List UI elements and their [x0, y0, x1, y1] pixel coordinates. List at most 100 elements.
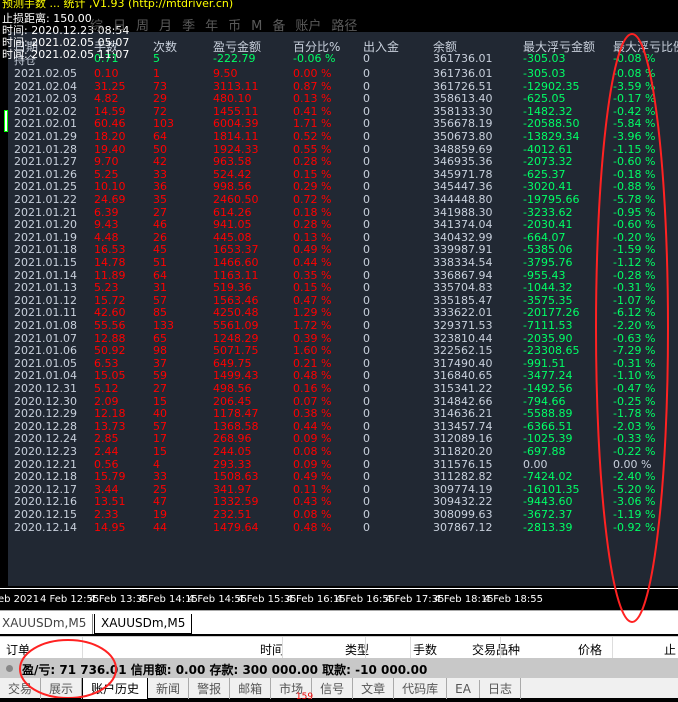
cell-count: 1	[153, 67, 160, 80]
cell-percent: 1.71 %	[293, 117, 332, 131]
orders-column-header[interactable]: 交易品种	[472, 641, 520, 658]
cell-lots: 19.40	[94, 142, 126, 156]
cell-max-drawdown: -2813.39	[523, 520, 573, 534]
cell-profit: 1924.33	[213, 142, 259, 156]
table-row: 2021.02.01 60.46 103 6004.39 1.71 % 0 356678.1…	[8, 117, 678, 130]
time-3: 时间: 2021.02.05 11:07	[2, 48, 130, 61]
cell-lots: 50.92	[94, 344, 126, 358]
tab-10[interactable]: EA	[447, 680, 480, 698]
market-badge: 159	[295, 692, 314, 702]
menu-item[interactable]: 路径	[331, 19, 357, 34]
cell-max-drawdown: 0.00	[523, 457, 548, 471]
menu-item[interactable]: M	[251, 19, 262, 34]
table-row: 2021.01.04 15.05 59 1499.43 0.48 % 0 316840.65…	[8, 369, 678, 382]
cell-profit: 649.75	[213, 356, 252, 370]
cell-max-drawdown: -305.03	[523, 67, 566, 80]
cell-percent: 0.47 %	[293, 293, 332, 307]
cell-count: 57	[153, 419, 167, 433]
cell-max-drawdown: -1044.32	[523, 281, 573, 295]
menu-item[interactable]: 季	[182, 19, 195, 34]
tab-3[interactable]: 新闻	[148, 678, 190, 699]
cell-count: 42	[153, 155, 167, 169]
tab-0[interactable]: 交易	[0, 678, 42, 699]
tab-1[interactable]: 展示	[41, 678, 83, 699]
cell-balance: 340432.99	[433, 230, 493, 244]
orders-column-header[interactable]: 订单	[6, 641, 30, 658]
tab-4[interactable]: 警报	[189, 678, 231, 699]
cell-max-drawdown: -7111.53	[523, 319, 573, 332]
cell-balance: 350673.80	[433, 130, 493, 143]
cell-date: 2020.12.24	[14, 432, 77, 446]
menu-item[interactable]: 年	[205, 19, 218, 34]
tab-11[interactable]: 日志	[480, 678, 521, 699]
cell-balance: 316840.65	[433, 369, 493, 383]
cell-max-drawdown-pct: -1.78 %	[613, 407, 656, 421]
cell-count: 25	[153, 482, 167, 496]
cell-max-drawdown-pct: -3.06 %	[613, 495, 656, 509]
cell-deposit: 0	[363, 306, 370, 320]
chart-tab-1[interactable]: XAUUSDm,M5	[0, 614, 94, 634]
menu-item[interactable]: 周	[136, 19, 149, 34]
cell-lots: 13.73	[94, 419, 126, 433]
cell-date: 2021.02.04	[14, 79, 77, 93]
tab-5[interactable]: 邮箱	[230, 678, 272, 699]
tab-2[interactable]: 账户历史	[82, 678, 149, 700]
cell-percent: 1.29 %	[293, 306, 332, 320]
table-row: 2021.01.13 5.23 31 519.36 0.15 % 0 335704.83 -1…	[8, 281, 678, 294]
cell-max-drawdown-pct: -1.07 %	[613, 293, 656, 307]
cell-date: 2020.12.21	[14, 457, 77, 471]
menu-item[interactable]: 综	[90, 19, 103, 34]
orders-column-header[interactable]: 手数	[413, 641, 437, 658]
orders-column-header[interactable]: 止	[664, 641, 676, 658]
cell-count: 36	[153, 180, 167, 194]
chart-tab-2[interactable]: XAUUSDm,M5	[94, 614, 193, 634]
tab-9[interactable]: 代码库	[394, 678, 448, 699]
cell-count: 64	[153, 130, 167, 143]
cell-lots: 13.51	[94, 495, 126, 509]
cell-profit: 5071.75	[213, 344, 259, 358]
cell-date: 2021.01.25	[14, 180, 77, 194]
tab-7[interactable]: 信号	[312, 678, 354, 699]
cell-deposit: 0	[363, 52, 370, 65]
cell-deposit: 0	[363, 218, 370, 232]
chart-area[interactable]: 日期 手数 次数 盈亏金额 百分比% 出入金 余额 最大浮亏金额 最大浮亏比例 持仓 0.71 5 -2…	[0, 0, 678, 588]
orders-column-header[interactable]: 时间	[260, 641, 284, 658]
menu-item[interactable]: 备	[272, 19, 285, 34]
cell-max-drawdown: -794.66	[523, 394, 566, 408]
menu-item[interactable]: 日	[113, 19, 126, 34]
cell-max-drawdown-pct: -0.22 %	[613, 445, 656, 458]
cell-profit: 480.10	[213, 92, 252, 106]
cell-balance: 346935.36	[433, 155, 493, 169]
cell-max-drawdown-pct: -5.84 %	[613, 117, 656, 131]
cell-max-drawdown: -3233.62	[523, 205, 573, 219]
cell-max-drawdown-pct: -1.19 %	[613, 508, 656, 521]
cell-percent: 0.13 %	[293, 92, 332, 106]
tab-6[interactable]: 市场 159	[271, 678, 314, 702]
cell-count: 17	[153, 432, 167, 446]
cell-date: 2021.01.11	[14, 306, 77, 320]
cell-lots: 10.10	[94, 180, 126, 194]
cell-deposit: 0	[363, 293, 370, 307]
cell-lots: 2.85	[94, 432, 119, 446]
cell-deposit: 0	[363, 356, 370, 370]
cell-count: 65	[153, 331, 167, 345]
menu-item[interactable]: 账户	[295, 19, 321, 34]
cell-date: 2020.12.31	[14, 382, 77, 395]
orders-column-header[interactable]: 价格	[578, 641, 602, 658]
cell-percent: 0.39 %	[293, 331, 332, 345]
tab-8[interactable]: 文章	[353, 678, 395, 699]
cell-profit: 1455.11	[213, 104, 259, 118]
table-row: 2021.01.19 4.48 26 445.08 0.13 % 0 340432.99 -6…	[8, 231, 678, 244]
cell-profit: 1368.58	[213, 419, 259, 433]
menu-item[interactable]: 月	[159, 19, 172, 34]
cell-date: 2021.02.02	[14, 104, 77, 118]
cell-count: 44	[153, 520, 167, 534]
cell-profit: 498.56	[213, 382, 252, 395]
cell-profit: 9.50	[213, 67, 238, 80]
cell-percent: 0.87 %	[293, 79, 332, 93]
cell-percent: 0.21 %	[293, 356, 332, 370]
menu-item[interactable]: 币	[228, 19, 241, 34]
cell-balance: 358613.40	[433, 92, 493, 106]
cell-profit: 1814.11	[213, 130, 259, 143]
cell-count: 103	[153, 117, 174, 131]
